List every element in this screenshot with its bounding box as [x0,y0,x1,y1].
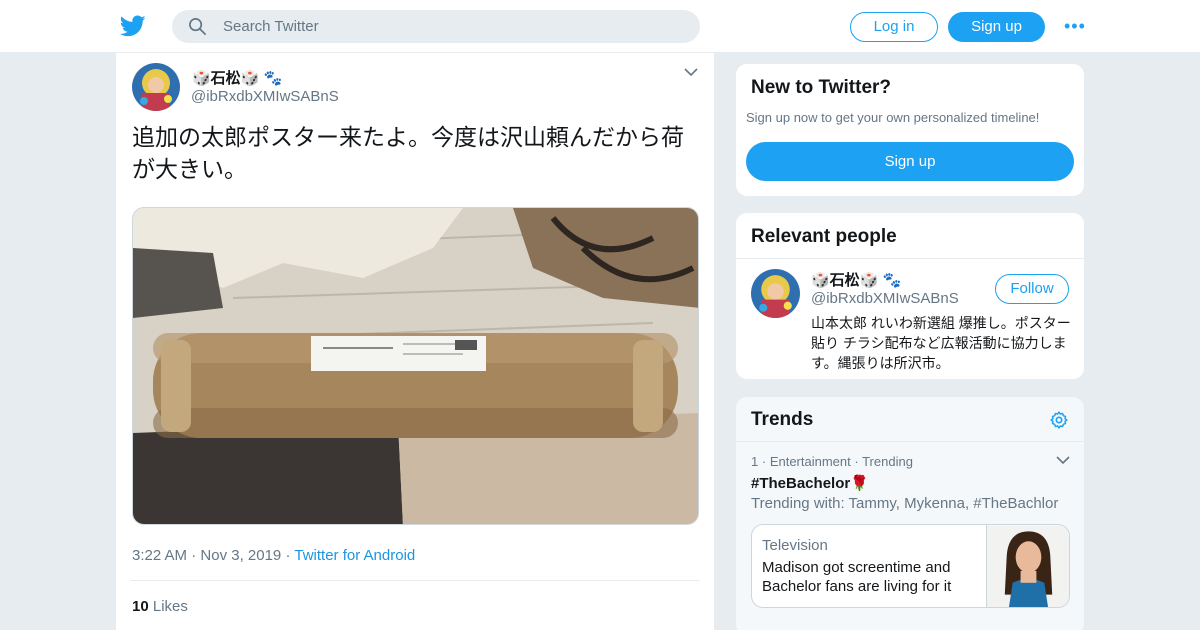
search-icon [189,18,206,35]
trend-rank: 1 [751,454,759,469]
avatar[interactable] [132,63,180,111]
card-title: Trends [751,409,814,430]
tweet-meta: 3:22 AM · Nov 3, 2019 · Twitter for Andr… [132,547,415,564]
search-placeholder: Search Twitter [223,18,319,35]
news-category: Television [762,537,828,554]
search-input[interactable]: Search Twitter [172,10,700,43]
top-navigation-bar: Search Twitter Log in Sign up ••• [0,0,1200,53]
twitter-bird-logo-icon[interactable] [119,13,147,39]
news-thumbnail [986,525,1069,607]
divider [130,580,700,581]
new-to-twitter-card: New to Twitter? Sign up now to get your … [735,63,1085,197]
trend-news-card[interactable]: Television Madison got screentime and Ba… [751,524,1070,608]
trends-card: Trends 1 · Entertainment · Trending #The… [735,396,1085,630]
person-handle[interactable]: @ibRxdbXMIwSABnS [811,290,959,307]
tweet-detail: 🎲石松🎲 🐾 @ibRxdbXMIwSABnS 追加の太郎ポスター来たよ。今度は… [115,53,715,630]
tweet-source-link[interactable]: Twitter for Android [294,547,415,564]
relevant-people-card: Relevant people 🎲石松🎲 🐾 @ibRxdbXMIwSABnS … [735,212,1085,380]
tweet-date[interactable]: Nov 3, 2019 [200,547,281,564]
avatar-image [751,269,800,318]
poster-package-photo [133,208,698,524]
signup-button[interactable]: Sign up [948,12,1045,42]
likes-number: 10 [132,598,149,615]
signup-large-button[interactable]: Sign up [746,142,1074,181]
trend-category: Entertainment [769,454,851,469]
card-subtitle: Sign up now to get your own personalized… [746,110,1040,125]
tweet-photo[interactable] [132,207,699,525]
person-display-name[interactable]: 🎲石松🎲 🐾 [811,269,901,290]
meta-separator: · [761,454,770,469]
gear-icon[interactable] [1049,410,1069,430]
login-button[interactable]: Log in [850,12,938,42]
trending-with: Trending with: Tammy, Mykenna, #TheBachl… [751,495,1059,512]
meta-separator: · [854,454,863,469]
meta-separator: · [191,547,201,564]
avatar-image [132,63,180,111]
news-headline: Madison got screentime and Bachelor fans… [762,559,952,595]
chevron-down-icon[interactable] [684,67,698,77]
author-display-name[interactable]: 🎲石松🎲 🐾 [192,67,282,88]
person-bio: 山本太郎 れいわ新選組 爆推し。ポスター貼り チラシ配布など広報活動に協力します… [811,315,1071,371]
more-options-icon[interactable]: ••• [1064,16,1086,36]
author-handle[interactable]: @ibRxdbXMIwSABnS [191,88,339,105]
tweet-text: 追加の太郎ポスター来たよ。今度は沢山頼んだから荷が大きい。 [132,124,684,182]
avatar[interactable] [751,269,800,318]
card-title: Relevant people [751,226,897,247]
trend-status: Trending [862,454,913,469]
trend-meta: 1 · Entertainment · Trending [751,454,913,469]
divider [736,258,1084,259]
chevron-down-icon[interactable] [1056,455,1070,465]
tweet-time[interactable]: 3:22 AM [132,547,187,564]
divider [736,441,1084,442]
likes-label: Likes [152,598,188,615]
likes-count[interactable]: 10 Likes [132,598,188,615]
follow-button[interactable]: Follow [995,274,1069,304]
trend-hashtag-link[interactable]: #TheBachelor🌹 [751,474,869,492]
card-title: New to Twitter? [751,77,892,98]
